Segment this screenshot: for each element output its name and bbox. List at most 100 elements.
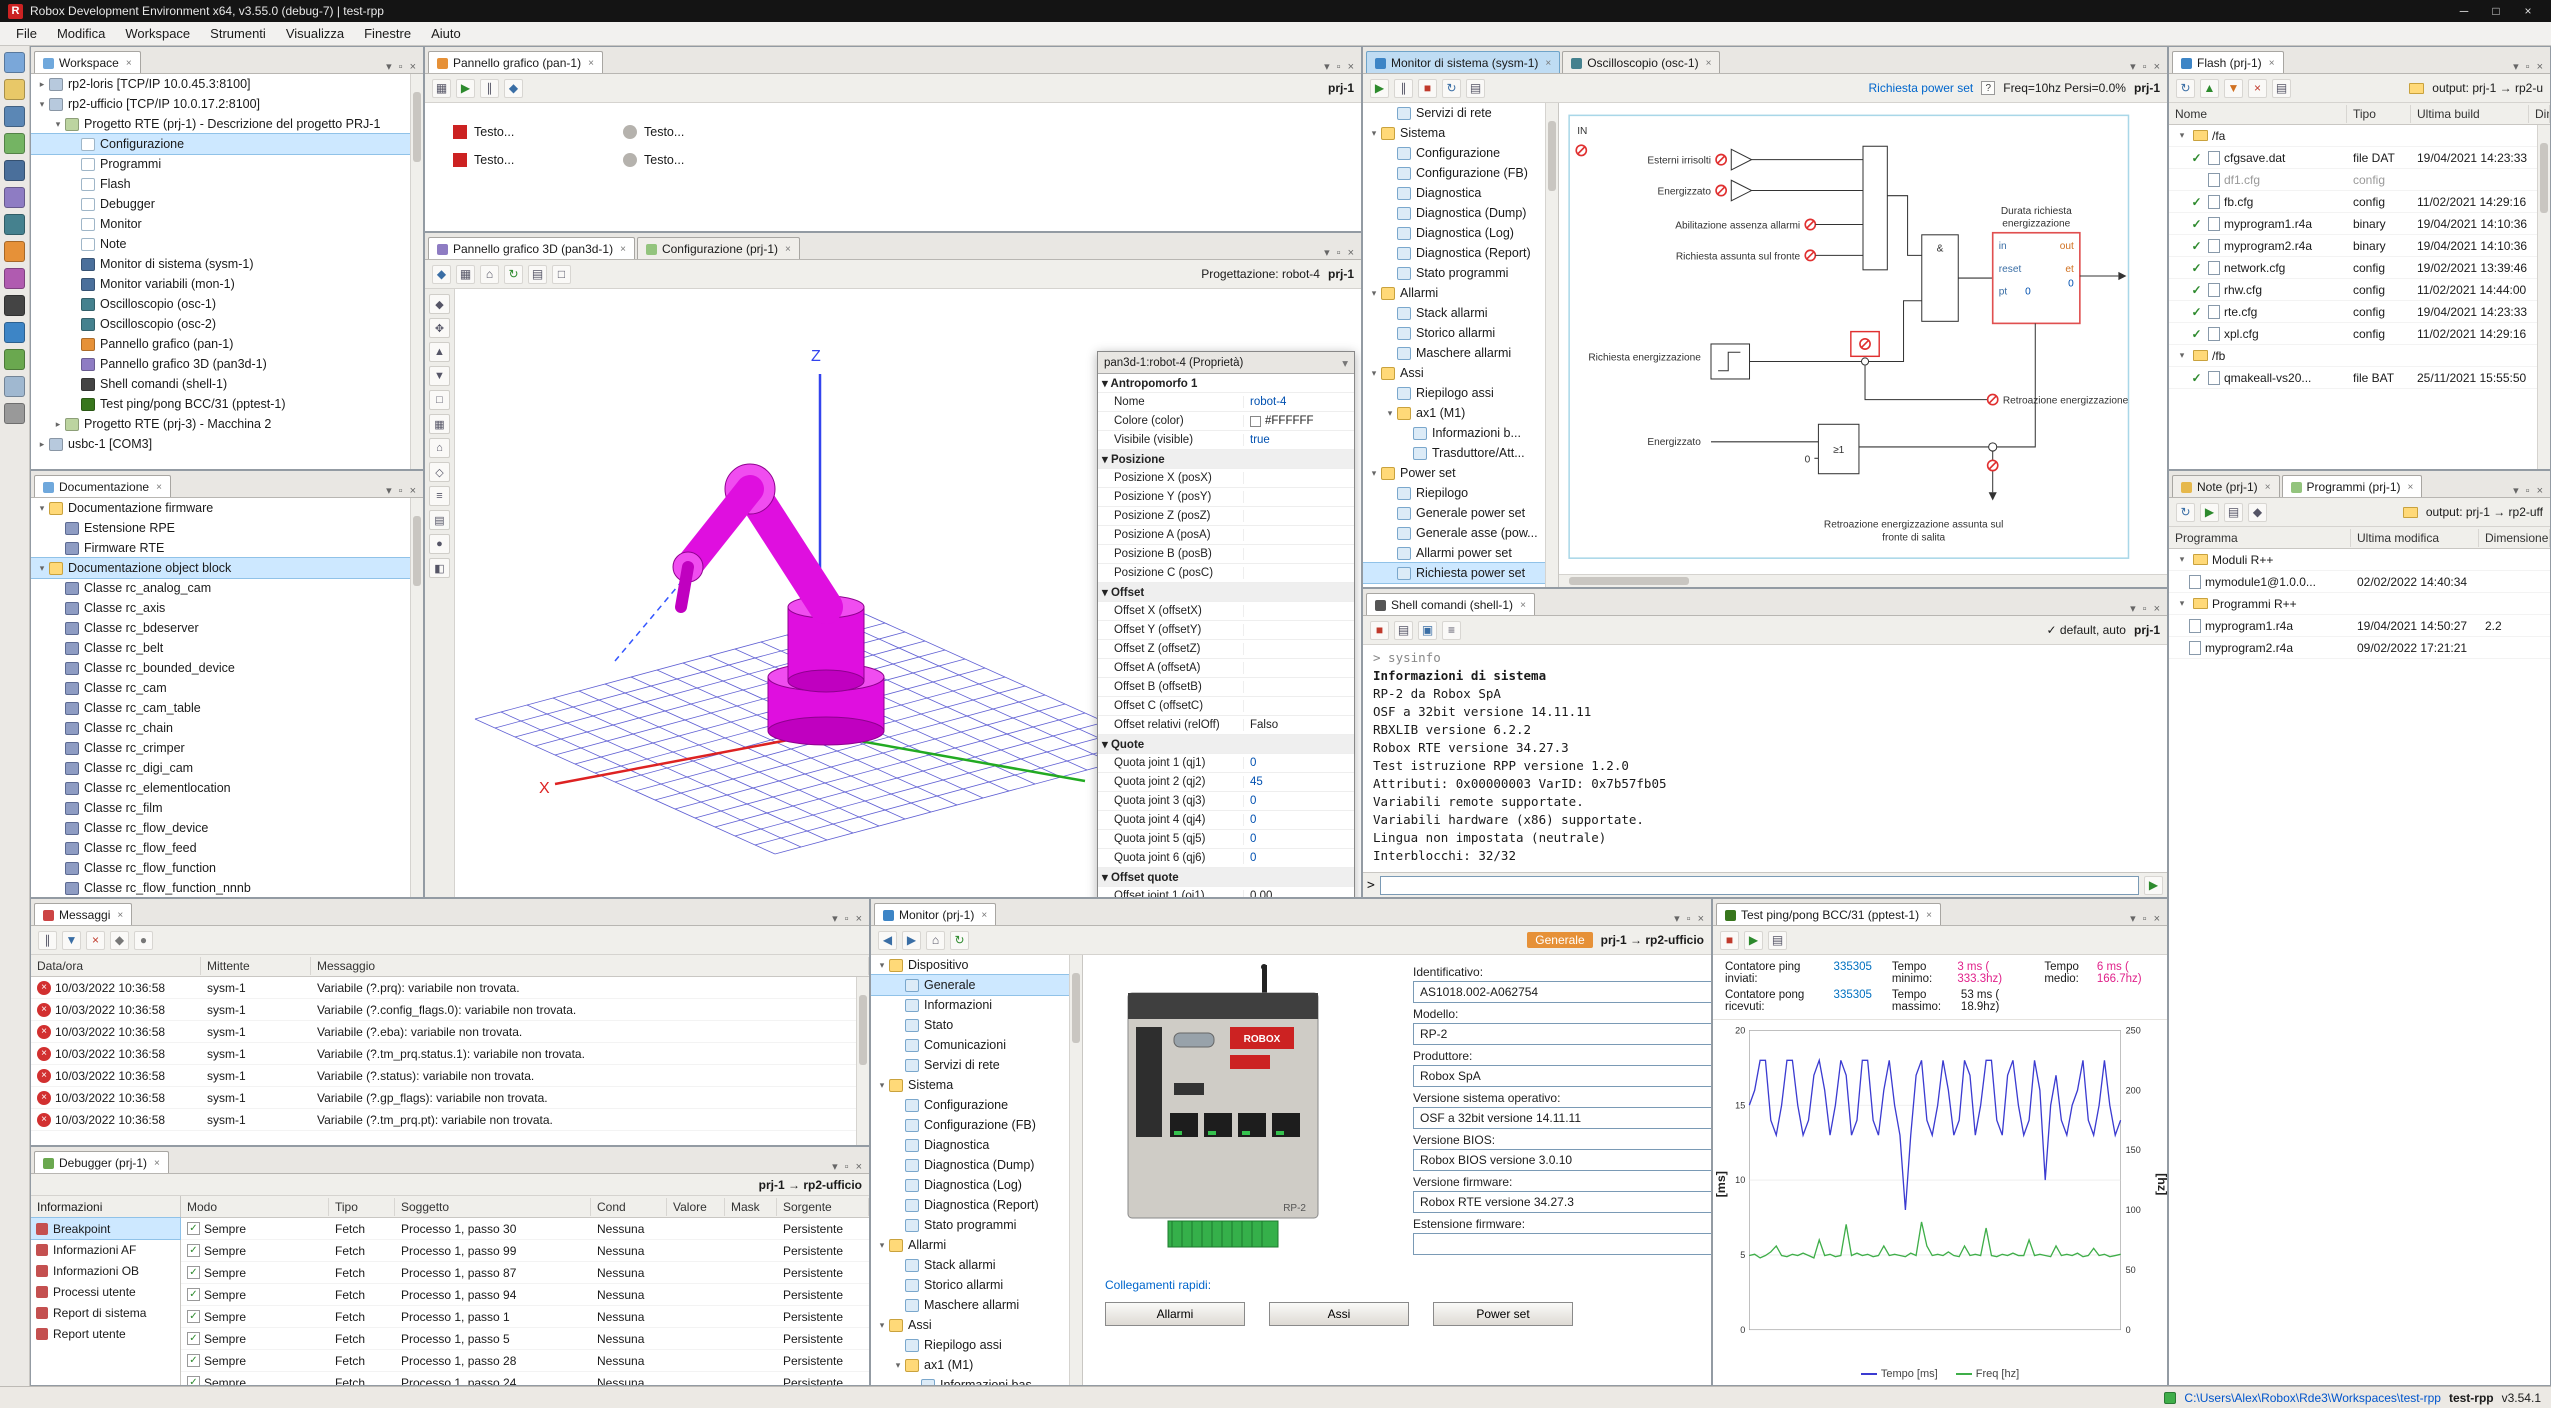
sysm-tree-item[interactable]: ▾Allarmi bbox=[1363, 283, 1558, 303]
zoom-out-icon[interactable]: ▼ bbox=[429, 366, 450, 386]
sysm-tree-item[interactable]: Riepilogo bbox=[1363, 483, 1558, 503]
scrollbar-thumb[interactable] bbox=[1569, 577, 1689, 585]
workspace-tree-item[interactable]: Test ping/pong BCC/31 (pptest-1) bbox=[31, 394, 423, 414]
sysm-tree-item[interactable]: Storico allarmi bbox=[1363, 323, 1558, 343]
expander-icon[interactable]: ▾ bbox=[875, 1080, 889, 1091]
run-icon[interactable]: ▶ bbox=[456, 79, 475, 98]
run-icon[interactable]: ▶ bbox=[1370, 79, 1389, 98]
documentazione-tree-item[interactable]: Classe rc_flow_device bbox=[31, 818, 423, 838]
property-row[interactable]: Offset X (offsetX) bbox=[1098, 602, 1354, 621]
save-icon[interactable]: ▼ bbox=[62, 931, 81, 950]
property-value[interactable]: 45 bbox=[1244, 776, 1354, 788]
monitor-tree-item[interactable]: Configurazione bbox=[871, 1095, 1082, 1115]
stop-icon[interactable]: ■ bbox=[1370, 621, 1389, 640]
layout-icon[interactable]: ▦ bbox=[432, 79, 451, 98]
scrollbar-thumb[interactable] bbox=[2540, 143, 2548, 213]
minimize-button[interactable]: ─ bbox=[2449, 4, 2479, 18]
clear-icon[interactable]: × bbox=[86, 931, 105, 950]
field-value-versione-firmware[interactable]: Robox RTE versione 34.27.3 bbox=[1413, 1191, 1711, 1213]
breakpoint-enabled-icon[interactable]: ✓ bbox=[187, 1332, 200, 1345]
tab-documentazione[interactable]: Documentazione× bbox=[34, 475, 171, 497]
tab-close-icon[interactable]: × bbox=[1545, 58, 1551, 69]
property-value[interactable]: robot-4 bbox=[1244, 396, 1354, 408]
flash-header-nome[interactable]: Nome bbox=[2169, 105, 2347, 123]
documentazione-tree-item[interactable]: ▾Documentazione object block bbox=[31, 558, 423, 578]
sysm-tree-item[interactable]: Stato programmi bbox=[1363, 263, 1558, 283]
snapshot-icon[interactable]: ▤ bbox=[528, 265, 547, 284]
property-row[interactable]: Quota joint 4 (qj4)0 bbox=[1098, 811, 1354, 830]
tab-programmi-prj-1[interactable]: Programmi (prj-1)× bbox=[2282, 475, 2423, 497]
property-row[interactable]: ▾ Quote bbox=[1098, 735, 1354, 754]
programmi-header-programma[interactable]: Programma bbox=[2169, 529, 2351, 547]
property-row[interactable]: Offset A (offsetA) bbox=[1098, 659, 1354, 678]
monitor-tree-item[interactable]: Diagnostica (Log) bbox=[871, 1175, 1082, 1195]
breakpoint-row[interactable]: ✓SempreFetchProcesso 1, passo 28NessunaP… bbox=[181, 1350, 869, 1372]
monitor-tree-item[interactable]: ▾Allarmi bbox=[871, 1235, 1082, 1255]
monitor-tree-item[interactable]: Maschere allarmi bbox=[871, 1295, 1082, 1315]
debugger-header-sorgente[interactable]: Sorgente bbox=[777, 1198, 869, 1216]
tab-close-icon[interactable]: × bbox=[1520, 600, 1526, 611]
panel-item[interactable]: Testo... bbox=[453, 125, 573, 139]
tab-close-icon[interactable]: × bbox=[785, 244, 791, 255]
tab-pannello-grafico-3d-pan3d-1[interactable]: Pannello grafico 3D (pan3d-1)× bbox=[428, 237, 635, 259]
expander-icon[interactable]: ▾ bbox=[891, 1360, 905, 1371]
property-value[interactable]: 0 bbox=[1244, 852, 1354, 864]
rotate-view-icon[interactable]: ◆ bbox=[429, 294, 450, 314]
close-panel-icon[interactable]: × bbox=[1348, 61, 1354, 73]
property-row[interactable]: Posizione A (posA) bbox=[1098, 526, 1354, 545]
sysm-tree-item[interactable]: Servizi di rete bbox=[1363, 103, 1558, 123]
sysm-tree-item[interactable]: Configurazione (FB) bbox=[1363, 163, 1558, 183]
monitor-tree-item[interactable]: ▾Assi bbox=[871, 1315, 1082, 1335]
property-row[interactable]: Offset C (offsetC) bbox=[1098, 697, 1354, 716]
oscilloscope-icon[interactable] bbox=[4, 214, 25, 235]
tab-oscilloscopio-osc-1[interactable]: Oscilloscopio (osc-1)× bbox=[1562, 51, 1720, 73]
camera-icon[interactable]: ◧ bbox=[429, 558, 450, 578]
expander-icon[interactable]: ▾ bbox=[2175, 554, 2189, 565]
new-workspace-icon[interactable] bbox=[4, 52, 25, 73]
tab-close-icon[interactable]: × bbox=[2269, 58, 2275, 69]
search-icon[interactable]: ● bbox=[134, 931, 153, 950]
flash-icon[interactable] bbox=[4, 322, 25, 343]
workspace-tree-item[interactable]: ▸Progetto RTE (prj-3) - Macchina 2 bbox=[31, 414, 423, 434]
flash-row[interactable]: ▾/fb bbox=[2169, 345, 2550, 367]
tab-messaggi[interactable]: Messaggi× bbox=[34, 903, 132, 925]
flash-row[interactable]: ✓rte.cfgconfig19/04/2021 14:23:33 bbox=[2169, 301, 2550, 323]
property-row[interactable]: Posizione C (posC) bbox=[1098, 564, 1354, 583]
back-icon[interactable]: ◀ bbox=[878, 931, 897, 950]
debugger-icon[interactable] bbox=[4, 349, 25, 370]
field-value-identificativo[interactable]: AS1018.002-A062754 bbox=[1413, 981, 1711, 1003]
pause-icon[interactable]: ∥ bbox=[480, 79, 499, 98]
monitor-tree-item[interactable]: Diagnostica (Dump) bbox=[871, 1155, 1082, 1175]
dock-menu-icon[interactable]: ▾ bbox=[386, 484, 392, 497]
property-row[interactable]: Quota joint 3 (qj3)0 bbox=[1098, 792, 1354, 811]
copy-icon[interactable]: ▣ bbox=[1418, 621, 1437, 640]
documentation-icon[interactable] bbox=[4, 376, 25, 397]
documentazione-tree-item[interactable]: Classe rc_bounded_device bbox=[31, 658, 423, 678]
expander-icon[interactable]: ▾ bbox=[2175, 598, 2189, 609]
expander-icon[interactable]: ▾ bbox=[1367, 288, 1381, 299]
workspace-tree-item[interactable]: Pannello grafico 3D (pan3d-1) bbox=[31, 354, 423, 374]
menu-aiuto[interactable]: Aiuto bbox=[421, 23, 471, 44]
property-row[interactable]: ▾ Posizione bbox=[1098, 450, 1354, 469]
workspace-tree-item[interactable]: Debugger bbox=[31, 194, 423, 214]
sysm-tree-item[interactable]: ▾Sistema bbox=[1363, 123, 1558, 143]
menu-modifica[interactable]: Modifica bbox=[47, 23, 115, 44]
monitor-tree-item[interactable]: Storico allarmi bbox=[871, 1275, 1082, 1295]
quick-link-assi-button[interactable]: Assi bbox=[1269, 1302, 1409, 1326]
info-item-breakpoint[interactable]: Breakpoint bbox=[31, 1218, 180, 1239]
field-value-modello[interactable]: RP-2 bbox=[1413, 1023, 1711, 1045]
program-row[interactable]: ▾Programmi R++ bbox=[2169, 593, 2550, 615]
sysm-tree-item[interactable]: Richiesta power set bbox=[1363, 563, 1558, 583]
flash-row[interactable]: ✓myprogram1.r4abinary19/04/2021 14:10:36 bbox=[2169, 213, 2550, 235]
tab-close-icon[interactable]: × bbox=[1706, 58, 1712, 69]
property-row[interactable]: Posizione Z (posZ) bbox=[1098, 507, 1354, 526]
expander-icon[interactable]: ▾ bbox=[875, 960, 889, 971]
tab-close-icon[interactable]: × bbox=[588, 58, 594, 69]
dock-menu-icon[interactable]: ▾ bbox=[2130, 60, 2136, 73]
property-row[interactable]: Quota joint 5 (qj5)0 bbox=[1098, 830, 1354, 849]
tab-close-icon[interactable]: × bbox=[156, 482, 162, 493]
tab-close-icon[interactable]: × bbox=[620, 244, 626, 255]
sysm-tree-item[interactable]: Trasduttore/Att... bbox=[1363, 443, 1558, 463]
workspace-tree-item[interactable]: Note bbox=[31, 234, 423, 254]
workspace-tree-item[interactable]: Oscilloscopio (osc-2) bbox=[31, 314, 423, 334]
